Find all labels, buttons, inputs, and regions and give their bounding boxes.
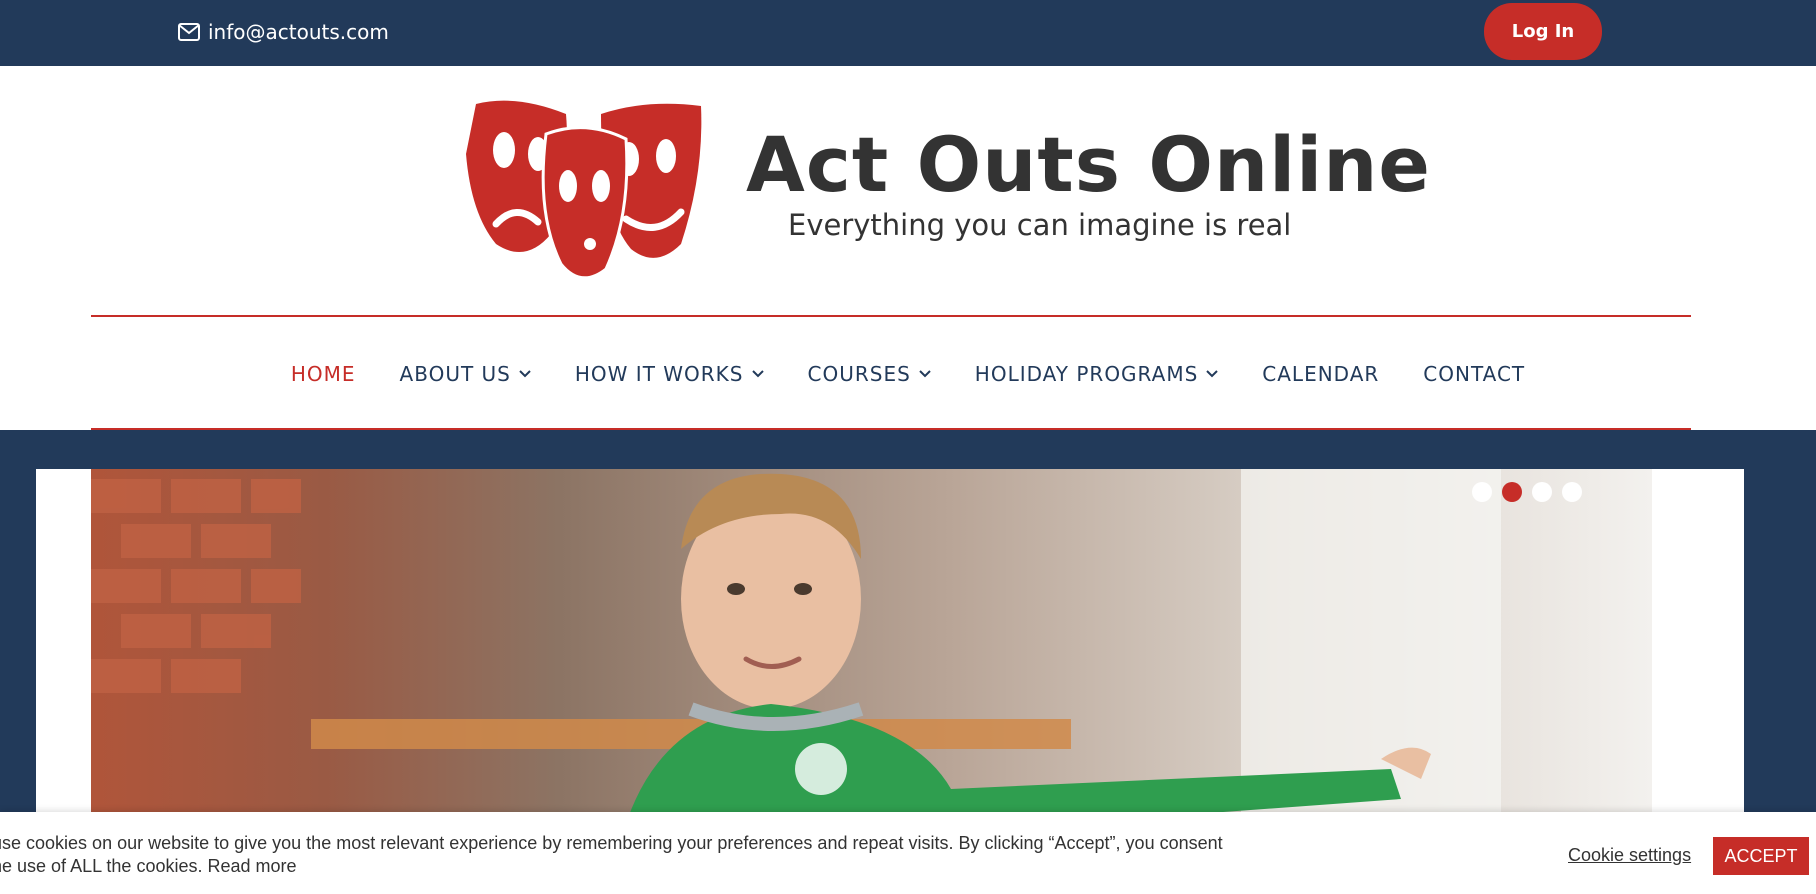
cookie-message-line1: use cookies on our website to give you t… — [0, 833, 1223, 853]
nav-item-how-it-works[interactable]: HOW IT WORKS — [575, 362, 764, 386]
cookie-message-line2: he use of ALL the cookies. — [0, 856, 203, 876]
site-tagline: Everything you can imagine is real — [788, 208, 1292, 242]
site-title[interactable]: Act Outs Online — [746, 120, 1431, 209]
nav-item-calendar[interactable]: CALENDAR — [1262, 362, 1379, 386]
nav-item-label: CALENDAR — [1262, 362, 1380, 386]
chevron-down-icon — [919, 370, 931, 378]
nav-item-about-us[interactable]: ABOUT US — [400, 362, 531, 386]
nav-item-contact[interactable]: CONTACT — [1423, 362, 1525, 386]
cookie-message: use cookies on our website to give you t… — [0, 832, 1262, 878]
read-more-link[interactable]: Read more — [208, 856, 297, 876]
chevron-down-icon — [519, 370, 531, 378]
envelope-icon — [178, 23, 200, 41]
nav-item-label: HOW IT WORKS — [574, 362, 744, 386]
main-nav: HOME ABOUT US HOW IT WORKS COURSES HOLID… — [0, 354, 1816, 394]
nav-item-holiday-programs[interactable]: HOLIDAY PROGRAMS — [975, 362, 1219, 386]
theatre-masks-icon[interactable] — [466, 94, 716, 284]
email-text[interactable]: info@actouts.com — [208, 20, 389, 44]
chevron-down-icon — [1206, 370, 1218, 378]
nav-item-label: HOLIDAY PROGRAMS — [974, 362, 1199, 386]
cookie-message-line2-wrap: he use of ALL the cookies. Read more — [0, 855, 1262, 878]
nav-item-home[interactable]: HOME — [291, 362, 356, 386]
slider-dot-1[interactable] — [1472, 482, 1492, 502]
nav-item-label: ABOUT US — [399, 362, 511, 386]
slider-pagination — [1472, 482, 1582, 502]
email-link[interactable]: info@actouts.com — [178, 20, 389, 44]
accept-cookies-button[interactable]: ACCEPT — [1713, 837, 1809, 875]
chevron-down-icon — [751, 370, 764, 378]
slider-dot-2[interactable] — [1502, 482, 1522, 502]
slider-dot-4[interactable] — [1562, 482, 1582, 502]
nav-item-courses[interactable]: COURSES — [808, 362, 931, 386]
cookie-settings-link[interactable]: Cookie settings — [1568, 845, 1691, 866]
login-button[interactable]: Log In — [1484, 3, 1602, 60]
slider-dot-3[interactable] — [1532, 482, 1552, 502]
nav-item-label: HOME — [290, 362, 356, 386]
nav-item-label: CONTACT — [1423, 362, 1526, 386]
nav-top-divider — [91, 315, 1691, 317]
cookie-banner: use cookies on our website to give you t… — [0, 812, 1816, 894]
nav-item-label: COURSES — [807, 362, 911, 386]
top-bar: info@actouts.com Log In — [0, 0, 1816, 66]
